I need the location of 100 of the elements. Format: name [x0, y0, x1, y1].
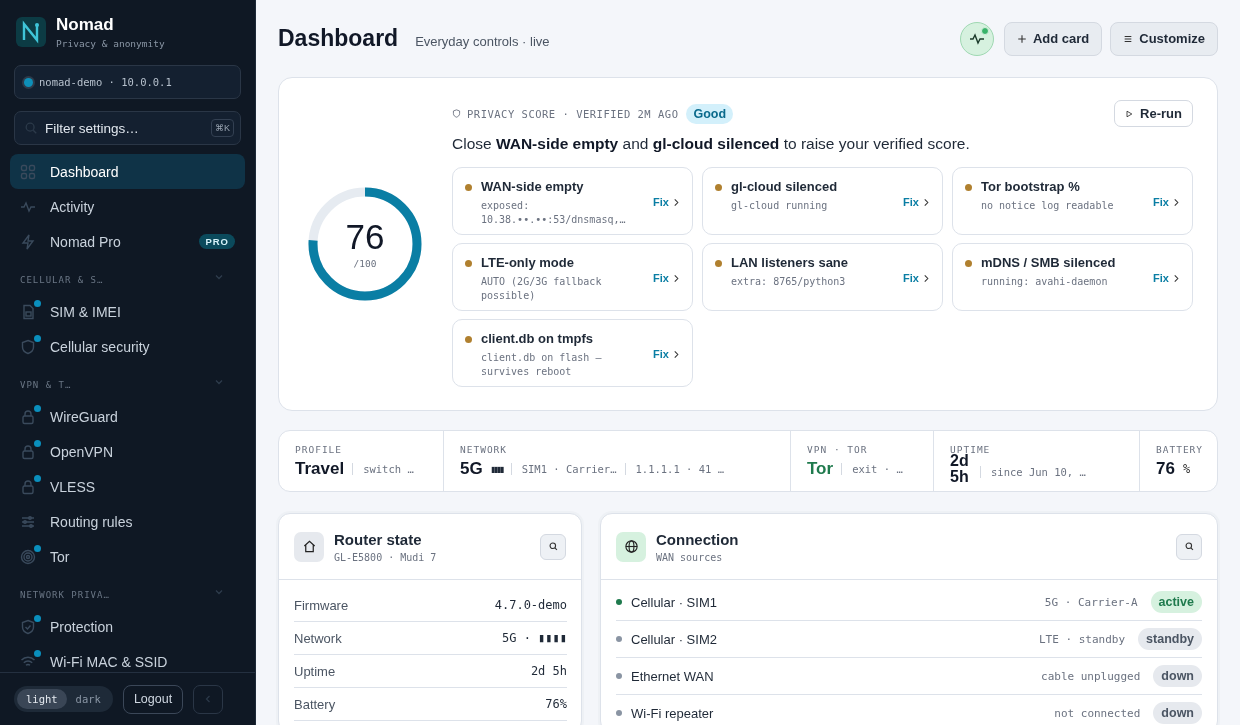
fix-link[interactable]: Fix	[1153, 196, 1180, 208]
app-name: Nomad	[56, 15, 115, 35]
plus-icon	[1016, 33, 1027, 44]
chevron-right-icon	[923, 197, 930, 207]
stat-detail: exit · …	[841, 463, 903, 475]
stat-value: 76	[1156, 459, 1175, 479]
stat-label: NETWORK	[460, 444, 509, 455]
source-detail: LTE · standby	[1038, 632, 1126, 646]
stat-detail: since Jun 10, …	[980, 466, 1086, 478]
warning-dot	[965, 260, 972, 267]
row-value: 5G · ▮▮▮▮	[501, 631, 567, 645]
bolt-icon	[20, 233, 36, 250]
nav-item[interactable]: Nomad Pro PRO	[10, 224, 245, 259]
nav-item[interactable]: Routing rules	[10, 504, 245, 539]
source-detail: cable unplugged	[1041, 669, 1141, 683]
lock-icon	[20, 443, 36, 460]
search-icon	[547, 541, 559, 552]
search-button[interactable]	[540, 533, 566, 560]
fix-link[interactable]: Fix	[653, 272, 680, 284]
check-detail: no notice log readable	[981, 199, 1115, 213]
page-subtitle: Everyday controls · live	[415, 34, 550, 49]
fix-link[interactable]: Fix	[653, 196, 680, 208]
check-detail: AUTO (2G/3G fallback possible)	[481, 275, 603, 303]
stat-value: 5G	[460, 459, 483, 479]
fix-link[interactable]: Fix	[1153, 272, 1180, 284]
stat-unit: %	[1182, 462, 1191, 476]
card-title: Connection	[656, 530, 740, 548]
stat-label: PROFILE	[295, 444, 344, 455]
row-label: Uptime	[294, 663, 336, 679]
nav-item[interactable]: VLESS	[10, 469, 245, 504]
source-name: Cellular · SIM2	[631, 631, 718, 647]
fix-link[interactable]: Fix	[903, 272, 930, 284]
nav-item[interactable]: Dashboard	[10, 154, 245, 189]
row-value: 2d 5h	[530, 664, 567, 678]
source-name: Wi-Fi repeater	[631, 705, 715, 721]
sliders-icon	[20, 513, 36, 530]
lock-icon	[20, 478, 36, 495]
globe-icon	[616, 531, 646, 562]
check-title: LAN listeners sane	[731, 255, 850, 270]
check-detail: exposed: 10.38.••.••:53/dnsmasq,…	[481, 199, 627, 227]
source-detail: 5G · Carrier-A	[1044, 595, 1138, 609]
row-label: Network	[294, 630, 342, 646]
logo-icon	[16, 17, 46, 47]
warning-dot	[465, 336, 472, 343]
nav-item[interactable]: SIM & IMEI	[10, 294, 245, 329]
add-card-button[interactable]: Add card	[1003, 21, 1103, 56]
card-subtitle: GL-E5800 · Mudi 7	[334, 551, 438, 563]
grade-badge: Good	[686, 103, 734, 124]
signal-bars: ▮▮▮▮	[490, 464, 503, 474]
rerun-button[interactable]: Re-run	[1114, 100, 1193, 127]
search-button[interactable]	[1176, 533, 1202, 560]
warning-dot	[465, 184, 472, 191]
check-title: client.db on tmpfs	[481, 331, 594, 346]
status-badge: down	[1153, 702, 1202, 724]
chevron-right-icon	[673, 273, 680, 283]
sim-card-icon	[20, 303, 36, 320]
row-value: 4.7.0-demo	[494, 598, 567, 612]
logout-button[interactable]: Logout	[122, 684, 184, 714]
activity-button[interactable]	[959, 21, 994, 56]
chevron-right-icon	[673, 349, 680, 359]
lock-icon	[20, 408, 36, 425]
collapse-button[interactable]	[193, 684, 224, 714]
nav-item[interactable]: Cellular security	[10, 329, 245, 364]
home-icon	[294, 531, 324, 562]
theme-option[interactable]: light	[17, 689, 67, 709]
lines-icon	[1123, 33, 1134, 44]
warning-dot	[965, 184, 972, 191]
card-title: Router state	[334, 530, 423, 548]
shield-icon	[452, 109, 461, 118]
customize-button[interactable]: Customize	[1110, 21, 1218, 56]
search-icon	[1183, 541, 1195, 552]
source-name: Ethernet WAN	[631, 668, 715, 684]
nav-item[interactable]: Protection	[10, 609, 245, 644]
row-label: Firmware	[294, 597, 349, 613]
nav-item[interactable]: Wi-Fi MAC & SSID	[10, 644, 245, 672]
pro-badge: PRO	[199, 234, 235, 249]
status-badge: down	[1153, 665, 1202, 687]
nav-item[interactable]: WireGuard	[10, 399, 245, 434]
app-tagline: Privacy & anonymity	[56, 38, 165, 49]
nav-item[interactable]: Tor	[10, 539, 245, 574]
source-name: Cellular · SIM1	[631, 594, 718, 610]
check-detail: gl-cloud running	[731, 199, 829, 213]
nav-item[interactable]: OpenVPN	[10, 434, 245, 469]
stat-value: Tor	[807, 459, 834, 479]
score-meta: PRIVACY SCORE · VERIFIED 2M AGO	[467, 107, 679, 120]
device-chip[interactable]: nomad-demo · 10.0.0.1	[14, 65, 241, 99]
chevron-right-icon	[923, 273, 930, 283]
score-value: 76	[345, 219, 385, 254]
check-title: gl-cloud silenced	[731, 179, 839, 194]
chevron-right-icon	[1173, 197, 1180, 207]
theme-option[interactable]: dark	[66, 689, 110, 709]
card-subtitle: WAN sources	[656, 551, 724, 563]
shortcut-key: ⌘K	[211, 119, 234, 137]
grid-icon	[20, 163, 36, 180]
fix-link[interactable]: Fix	[653, 348, 680, 360]
check-title: WAN-side empty	[481, 179, 585, 194]
nav-item[interactable]: Activity	[10, 189, 245, 224]
fix-link[interactable]: Fix	[903, 196, 930, 208]
check-detail: extra: 8765/python3	[731, 275, 847, 289]
score-max: /100	[353, 258, 377, 269]
